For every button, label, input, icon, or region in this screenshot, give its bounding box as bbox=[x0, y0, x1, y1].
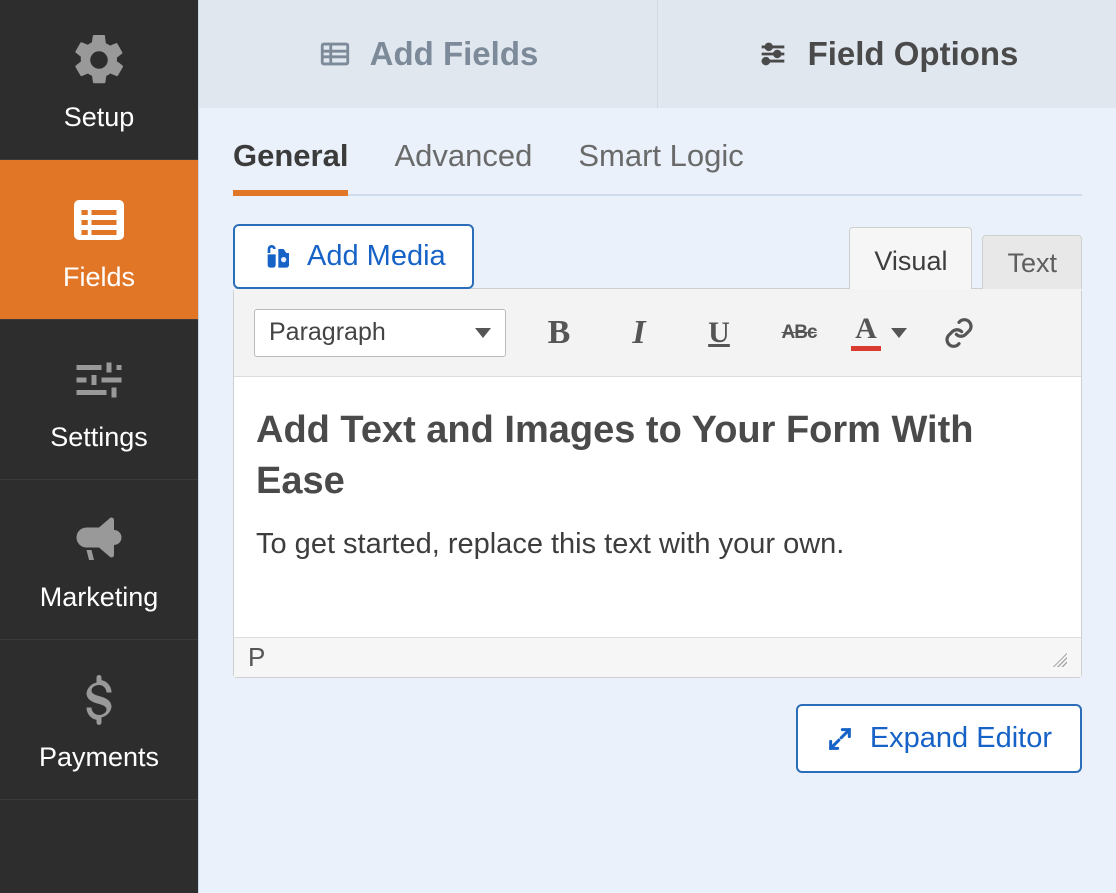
strikethrough-button[interactable]: ABє bbox=[772, 306, 826, 360]
subtab-smart-logic[interactable]: Smart Logic bbox=[578, 132, 743, 196]
field-options-panel: Add Fields Field Options General Advance… bbox=[198, 0, 1116, 893]
sliders-icon bbox=[69, 350, 129, 410]
editor-paragraph: To get started, replace this text with y… bbox=[256, 528, 1059, 561]
sidebar-item-label: Settings bbox=[50, 422, 148, 453]
editor-tab-text[interactable]: Text bbox=[982, 235, 1082, 289]
text-color-icon: A bbox=[851, 314, 881, 351]
italic-button[interactable]: I bbox=[612, 306, 666, 360]
editor-tab-visual[interactable]: Visual bbox=[849, 227, 972, 289]
builder-sidebar: Setup Fields Settings Marketing Payments bbox=[0, 0, 198, 893]
editor-status-bar: P bbox=[234, 637, 1081, 677]
format-select[interactable]: Paragraph bbox=[254, 309, 506, 357]
editor-toolbar: Paragraph B I U ABє A bbox=[234, 289, 1081, 377]
editor-content-area[interactable]: Add Text and Images to Your Form With Ea… bbox=[234, 377, 1081, 637]
rich-text-editor: Paragraph B I U ABє A Add Text and Image… bbox=[233, 288, 1082, 678]
dollar-icon bbox=[69, 670, 129, 730]
media-icon bbox=[261, 241, 293, 273]
chevron-down-icon bbox=[475, 328, 491, 338]
sidebar-item-setup[interactable]: Setup bbox=[0, 0, 198, 160]
expand-editor-button[interactable]: Expand Editor bbox=[796, 704, 1082, 773]
resize-handle[interactable] bbox=[1049, 649, 1067, 667]
insert-link-button[interactable] bbox=[932, 306, 986, 360]
subtab-general[interactable]: General bbox=[233, 132, 348, 196]
top-tab-label: Field Options bbox=[808, 35, 1019, 73]
sidebar-item-settings[interactable]: Settings bbox=[0, 320, 198, 480]
sidebar-item-marketing[interactable]: Marketing bbox=[0, 480, 198, 640]
tab-add-fields[interactable]: Add Fields bbox=[199, 0, 658, 108]
subtab-advanced[interactable]: Advanced bbox=[394, 132, 532, 196]
editor-heading: Add Text and Images to Your Form With Ea… bbox=[256, 405, 1059, 508]
add-media-label: Add Media bbox=[307, 240, 446, 273]
sidebar-item-label: Payments bbox=[39, 742, 159, 773]
list-icon bbox=[69, 190, 129, 250]
expand-editor-label: Expand Editor bbox=[870, 722, 1052, 755]
editor-element-path[interactable]: P bbox=[248, 642, 265, 673]
tab-field-options[interactable]: Field Options bbox=[658, 0, 1116, 108]
format-select-value: Paragraph bbox=[269, 318, 386, 347]
gear-icon bbox=[69, 30, 129, 90]
bullhorn-icon bbox=[69, 510, 129, 570]
expand-icon bbox=[826, 725, 854, 753]
builder-top-tabs: Add Fields Field Options bbox=[199, 0, 1116, 108]
underline-button[interactable]: U bbox=[692, 306, 746, 360]
field-option-subtabs: General Advanced Smart Logic bbox=[233, 132, 1082, 196]
editor-mode-tabs: Visual Text bbox=[849, 227, 1082, 289]
add-media-button[interactable]: Add Media bbox=[233, 224, 474, 289]
sidebar-item-fields[interactable]: Fields bbox=[0, 160, 198, 320]
bold-button[interactable]: B bbox=[532, 306, 586, 360]
sliders-icon bbox=[756, 37, 790, 71]
chevron-down-icon bbox=[891, 328, 907, 338]
grid-icon bbox=[318, 37, 352, 71]
top-tab-label: Add Fields bbox=[370, 35, 539, 73]
sidebar-item-label: Setup bbox=[64, 102, 135, 133]
sidebar-item-label: Marketing bbox=[40, 582, 159, 613]
sidebar-item-label: Fields bbox=[63, 262, 135, 293]
sidebar-item-payments[interactable]: Payments bbox=[0, 640, 198, 800]
text-color-button[interactable]: A bbox=[852, 306, 906, 360]
